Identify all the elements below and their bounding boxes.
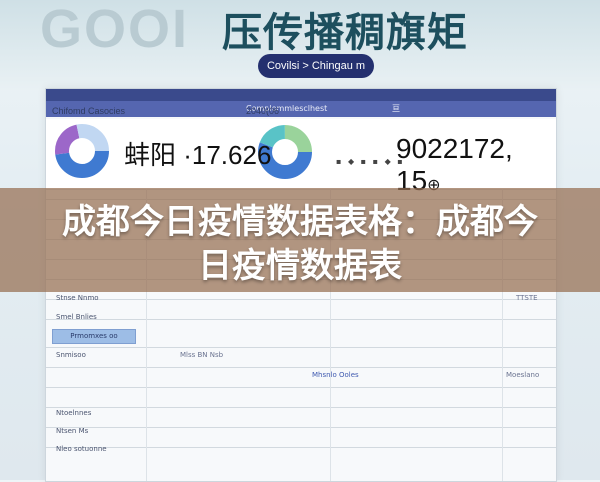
row-label: Smel Bnlies [56, 313, 97, 321]
row-sep [46, 447, 556, 448]
row-label: Ntsen Ms [56, 427, 89, 435]
location-pill-button[interactable]: Covilsi > Chingau m [258, 54, 374, 78]
row-sep [46, 427, 556, 428]
row-sep [46, 299, 556, 300]
row-label: Snmisoo [56, 351, 86, 359]
stat-primary: 蚌阳 ·17.626 [124, 140, 272, 170]
panel-topbar [46, 89, 556, 101]
middle-label: Mlss BN Nsb [180, 351, 224, 359]
row-sep [46, 407, 556, 408]
right-label: Moeslano [506, 371, 540, 379]
row-sep [46, 347, 556, 348]
logo-left: GOOI [40, 0, 190, 59]
row-sep [46, 387, 556, 388]
toolbar-mini-icons: ▪ ◆ ▪ ▪ ◆ ▪ [336, 157, 405, 166]
tab-secondary[interactable]: 亘 [392, 101, 400, 117]
row-label: Ntoelnnes [56, 409, 92, 417]
row-label: Nleo sotuonne [56, 445, 107, 453]
middle-link[interactable]: Mhsnlo Ooles [312, 371, 359, 379]
banner-line-2: 日疫情数据表 [198, 246, 402, 286]
row-highlight[interactable]: Prmomxes oo [52, 329, 136, 344]
row-label: Stnse Nnmo [56, 294, 99, 302]
donut-chart-left [55, 124, 109, 178]
row-sep [46, 367, 556, 368]
subtitle-left: Chifomd Casocies [52, 106, 126, 116]
banner-line-1: 成都今日疫情数据表格：成都今 [62, 202, 538, 242]
banner-title: 成都今日疫情数据表格：成都今 日疫情数据表 [0, 200, 600, 288]
row-sep [46, 319, 556, 320]
subtitle-mid: 2040(06 [246, 106, 280, 116]
right-label: TTSTE [516, 294, 538, 302]
logo-right: 压传播稠旗矩 [222, 9, 468, 56]
